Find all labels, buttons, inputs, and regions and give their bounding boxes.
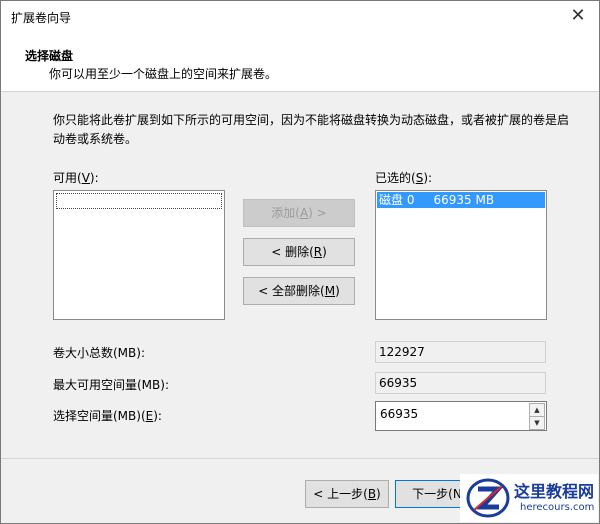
- selected-listbox[interactable]: 磁盘 0 66935 MB: [375, 190, 547, 320]
- stepper-down-button[interactable]: ▼: [529, 416, 545, 430]
- select-space-label: 选择空间量(MB)(E):: [53, 409, 162, 423]
- total-size-value: 122927: [375, 341, 546, 363]
- header-pane: 选择磁盘 你可以用至少一个磁盘上的空间来扩展卷。: [1, 33, 599, 92]
- remove-button[interactable]: < 删除(R): [243, 238, 355, 266]
- watermark-name: 这里教程网: [514, 482, 595, 501]
- select-space-stepper[interactable]: 66935 ▲ ▼: [375, 401, 547, 431]
- total-size-label: 卷大小总数(MB):: [53, 346, 145, 360]
- title-bar: 扩展卷向导 ✕: [1, 1, 599, 33]
- focus-row: [56, 193, 222, 209]
- back-button[interactable]: < 上一步(B): [305, 480, 389, 508]
- select-space-input[interactable]: 66935: [380, 407, 418, 421]
- caret-up-icon: ▲: [534, 406, 540, 414]
- window-title: 扩展卷向导: [11, 11, 72, 25]
- add-button[interactable]: 添加(A) >: [243, 199, 355, 227]
- site-watermark: 这里教程网 herecours.com: [460, 474, 598, 522]
- selected-label: 已选的(S):: [375, 171, 433, 185]
- page-title: 选择磁盘: [25, 49, 74, 63]
- caret-down-icon: ▼: [534, 419, 540, 427]
- page-subtitle: 你可以用至少一个磁盘上的空间来扩展卷。: [49, 67, 278, 81]
- close-button[interactable]: ✕: [563, 3, 593, 29]
- watermark-url: herecours.com: [520, 502, 595, 513]
- description-text: 你只能将此卷扩展到如下所示的可用空间，因为不能将磁盘转换为动态磁盘，或者被扩展的…: [53, 113, 570, 146]
- wizard-window: 扩展卷向导 ✕ 选择磁盘 你可以用至少一个磁盘上的空间来扩展卷。 你只能将此卷扩…: [0, 0, 600, 524]
- close-icon: ✕: [570, 5, 586, 26]
- selected-disk-item[interactable]: 磁盘 0 66935 MB: [377, 192, 545, 208]
- max-space-label: 最大可用空间量(MB):: [53, 378, 169, 392]
- available-label: 可用(V):: [53, 171, 99, 185]
- available-listbox[interactable]: [53, 190, 225, 320]
- remove-all-button[interactable]: < 全部删除(M): [243, 277, 355, 305]
- stepper-up-button[interactable]: ▲: [529, 403, 545, 417]
- footer-divider: [1, 458, 599, 459]
- z-logo-icon: [466, 478, 510, 518]
- max-space-value: 66935: [375, 372, 546, 394]
